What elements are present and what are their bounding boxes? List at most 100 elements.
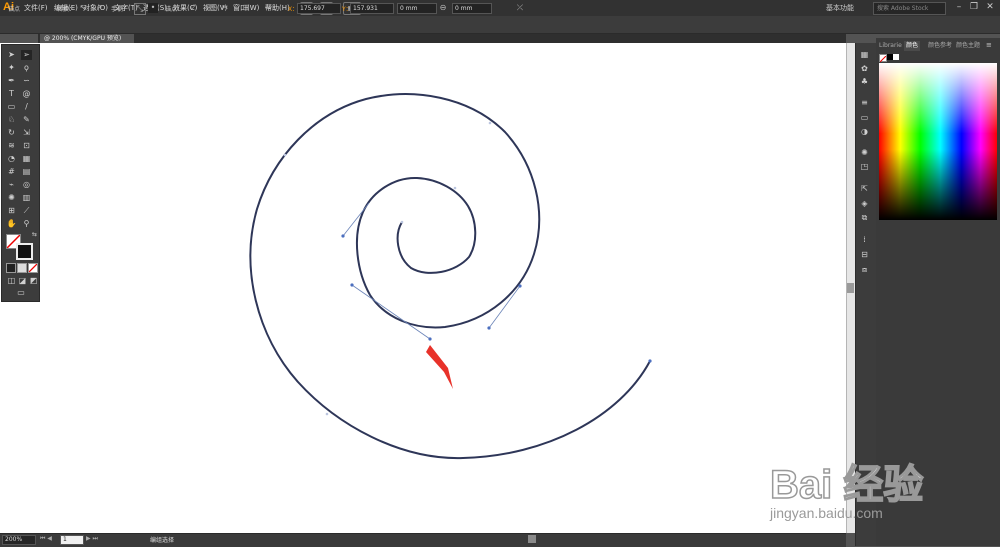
menu-file[interactable]: 文件(F)	[24, 3, 48, 13]
gradient-icon[interactable]: ▤	[21, 167, 32, 177]
pen-tool-icon[interactable]: ✒	[6, 76, 17, 86]
close-icon[interactable]: ✕	[983, 1, 997, 14]
anchor-point[interactable]	[648, 359, 652, 363]
remove-anchor-icon[interactable]: ⤦	[188, 3, 198, 13]
swatches-icon[interactable]: ▦	[859, 49, 870, 60]
connect-anchor-icon[interactable]: ⤧	[204, 3, 214, 13]
curvature-icon[interactable]: ∽	[21, 76, 32, 86]
convert-corner-icon[interactable]: ↖	[78, 3, 88, 13]
spiral-path[interactable]	[249, 93, 651, 460]
tab-color[interactable]: 颜色	[904, 41, 921, 51]
tab-libraries[interactable]: Librarie	[877, 41, 904, 51]
color-mode-icon[interactable]	[6, 263, 16, 273]
minimize-icon[interactable]: –	[952, 1, 966, 14]
workspace-switcher[interactable]: 基本功能	[826, 3, 854, 13]
rotate-icon[interactable]: ↻	[6, 128, 17, 138]
constrain-proportions-icon[interactable]: ⊖	[438, 3, 448, 13]
anchor-point[interactable]	[400, 220, 404, 224]
transform-panel-icon[interactable]: ⊟	[859, 249, 870, 260]
anchor-point[interactable]	[488, 121, 492, 125]
export-icon[interactable]: ⇱	[859, 183, 870, 194]
align-anchor-icon[interactable]: ⊸	[263, 3, 273, 13]
document-tab[interactable]: @ 200% (CMYK/GPU 预览)	[40, 34, 134, 43]
restore-icon[interactable]: ❐	[967, 1, 981, 14]
direction-handle-point[interactable]	[341, 234, 345, 238]
page-number-field[interactable]: 1	[60, 535, 84, 545]
stroke-icon[interactable]: ≡	[859, 97, 870, 108]
direction-handle-point[interactable]	[350, 283, 354, 287]
vertical-scroll-thumb[interactable]	[847, 283, 854, 293]
zoom-level-field[interactable]: 200%	[2, 535, 36, 545]
direction-handle-point[interactable]	[518, 284, 522, 288]
brushes-icon[interactable]: ✿	[859, 63, 870, 74]
appearance-icon[interactable]: ✺	[859, 147, 870, 158]
transparency-icon[interactable]: ◑	[859, 126, 870, 137]
direction-handle-point[interactable]	[487, 326, 491, 330]
artboard-canvas[interactable]	[0, 43, 846, 533]
scale-icon[interactable]: ⇲	[21, 128, 32, 138]
lasso-icon[interactable]: ϙ	[21, 63, 32, 73]
panel-menu-icon[interactable]: ≡	[986, 41, 992, 49]
mesh-icon[interactable]: #	[6, 167, 17, 177]
tab-color-guide[interactable]: 颜色参考	[926, 41, 954, 51]
draw-behind-icon[interactable]: ◪	[17, 276, 28, 286]
hand-icon[interactable]: ✋	[6, 219, 17, 229]
anchor-point[interactable]	[453, 186, 457, 190]
panel-none-swatch[interactable]	[879, 54, 887, 63]
anchor-point[interactable]	[283, 153, 287, 157]
draw-inside-icon[interactable]: ◩	[28, 276, 39, 286]
swap-colors-icon[interactable]: ⇆	[29, 230, 40, 240]
cut-path-icon[interactable]: ✂	[220, 3, 230, 13]
pencil-icon[interactable]: ✎	[21, 115, 32, 125]
graphic-styles-icon[interactable]: ◳	[859, 161, 870, 172]
show-handles-icon[interactable]: ⤡	[134, 3, 146, 15]
color-spectrum[interactable]	[879, 63, 997, 220]
zoom-icon[interactable]: ⚲	[21, 219, 32, 229]
anchor-point[interactable]	[325, 412, 329, 416]
blend-icon[interactable]: ◎	[21, 180, 32, 190]
none-mode-icon[interactable]	[28, 263, 38, 273]
spiral-artwork[interactable]	[0, 43, 846, 533]
slice-icon[interactable]: ⟋	[21, 206, 32, 216]
artboard-icon[interactable]: ⊞	[6, 206, 17, 216]
selection-tool-icon[interactable]: ➤	[6, 50, 17, 60]
tab-color-themes[interactable]: 颜色主题	[954, 41, 982, 51]
warp-icon[interactable]: ≋	[6, 141, 17, 151]
draw-mode-icon[interactable]: ◫	[6, 276, 17, 286]
screen-mode-icon[interactable]: ▭	[14, 288, 28, 298]
stock-search-input[interactable]: 搜索 Adobe Stock	[873, 2, 946, 15]
symbol-sprayer-icon[interactable]: ✺	[6, 193, 17, 203]
gradient-mode-icon[interactable]	[17, 263, 27, 273]
convert-smooth-icon[interactable]: ↗	[94, 3, 104, 13]
artboards-icon[interactable]: ⧉	[859, 212, 870, 223]
stroke-swatch[interactable]	[16, 243, 33, 260]
layers-icon[interactable]: ◈	[859, 198, 870, 209]
perspective-icon[interactable]: ▦	[21, 154, 32, 164]
gradient-panel-icon[interactable]: ▭	[859, 112, 870, 123]
shaper-icon[interactable]: ♘	[6, 115, 17, 125]
brush-icon[interactable]: /	[21, 102, 32, 112]
shape-builder-icon[interactable]: ◔	[6, 154, 17, 164]
align-icon[interactable]: ⁞	[859, 234, 870, 245]
direct-selection-tool-icon[interactable]: ➢	[21, 50, 32, 60]
free-transform-icon[interactable]: ⊡	[21, 141, 32, 151]
type-tool-icon[interactable]: T	[6, 89, 17, 99]
x-coordinate-field[interactable]: 175.697	[297, 3, 341, 14]
panel-white-swatch[interactable]	[893, 54, 899, 60]
height-field[interactable]: 0 mm	[452, 3, 492, 14]
direction-handle-point[interactable]	[428, 337, 432, 341]
width-field[interactable]: 0 mm	[397, 3, 437, 14]
y-coordinate-field[interactable]: 157.931	[350, 3, 394, 14]
spiral-icon[interactable]: @	[21, 89, 32, 99]
magic-wand-icon[interactable]: ✦	[6, 63, 17, 73]
hide-handles-icon[interactable]: •	[148, 3, 158, 13]
eyedropper-icon[interactable]: ⌁	[6, 180, 17, 190]
first-page-icon[interactable]: ⏮ ◀	[40, 535, 52, 543]
transform-icon[interactable]: ⤫	[515, 3, 525, 13]
pathfinder-icon[interactable]: ⧈	[859, 264, 870, 275]
symbols-icon[interactable]: ♣	[859, 76, 870, 87]
isolate-icon[interactable]: ⊞	[241, 3, 251, 13]
graph-icon[interactable]: ▥	[21, 193, 32, 203]
next-page-icon[interactable]: ▶ ⏭	[86, 535, 98, 543]
rectangle-icon[interactable]: ▭	[6, 102, 17, 112]
